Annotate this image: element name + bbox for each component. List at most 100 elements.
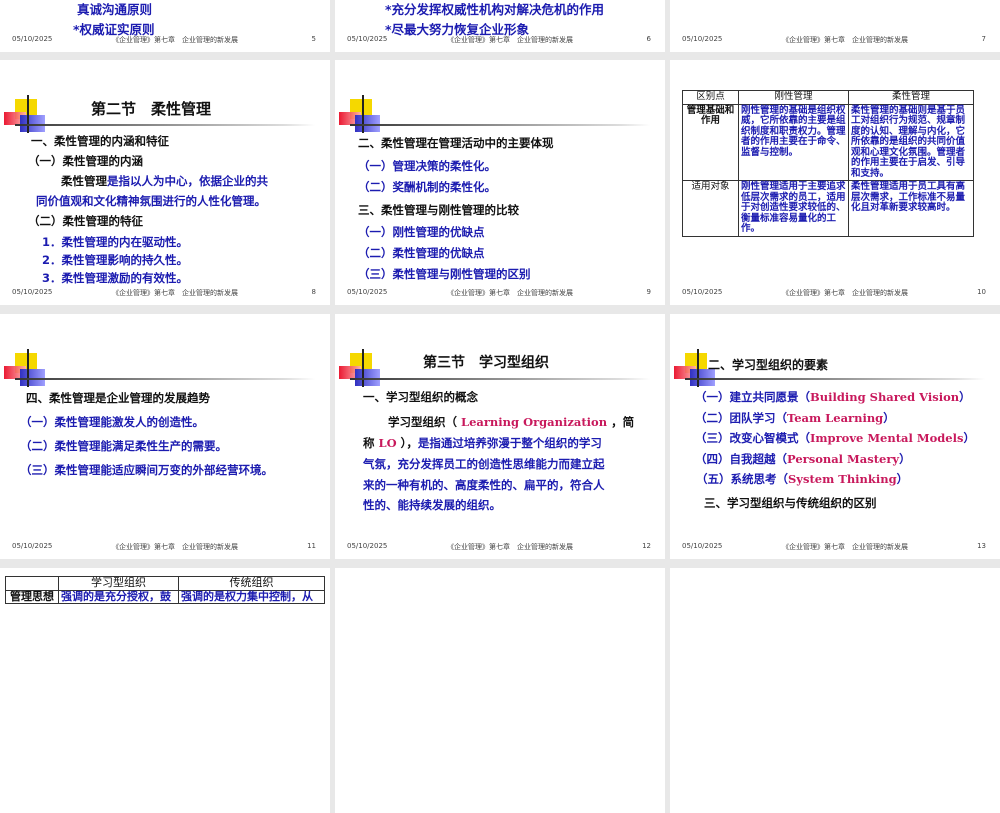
slide-footer: 《企业管理》第七章 企业管理的新发展 [782, 289, 908, 297]
abbreviation: LO [378, 436, 397, 450]
slide-text: 二、柔性管理在管理活动中的主要体现 [358, 136, 554, 150]
slide-text: （三）柔性管理与刚性管理的区别 [358, 267, 531, 281]
text: （五）系统思考（ [696, 472, 788, 486]
text: ）， [400, 436, 418, 450]
slide-thumbnail-5[interactable]: 真诚沟通原则 *权威证实原则 05/10/2025 《企业管理》第七章 企业管理… [0, 0, 330, 52]
slide-footer: 《企业管理》第七章 企业管理的新发展 [112, 289, 238, 297]
slide-number: 13 [977, 542, 986, 550]
slide-footer: 《企业管理》第七章 企业管理的新发展 [447, 289, 573, 297]
text: ） [883, 411, 895, 425]
table-cell: 管理思想 [5, 589, 59, 604]
slide-text: （二）柔性管理的特征 [28, 214, 143, 228]
text: ） [959, 390, 971, 404]
english-term: Personal Mastery [787, 452, 900, 466]
slide-text: （一）管理决策的柔性化。 [358, 159, 496, 173]
table-header: 刚性管理 [738, 90, 849, 105]
slide-number: 5 [311, 35, 316, 43]
table-cell: 强调的是权力集中控制，从 [178, 589, 325, 604]
slide-thumbnail-10[interactable]: 区别点 刚性管理 柔性管理 管理基础和作用 刚性管理的基础是组织权威，它所依靠的主要是… [670, 60, 1000, 305]
english-term: Learning Organization [461, 415, 608, 429]
slide-text: 一、柔性管理的内涵和特征 [31, 134, 169, 148]
list-item: （五）系统思考（System Thinking） [696, 471, 908, 487]
slide-text: 来的一种有机的、高度柔性的、扁平的，符合人 [363, 478, 605, 492]
slide-text: 四、柔性管理是企业管理的发展趋势 [26, 391, 210, 405]
slide-date: 05/10/2025 [12, 288, 53, 296]
slide-date: 05/10/2025 [12, 542, 53, 550]
slide-text: （三）柔性管理能适应瞬间万变的外部经营环境。 [20, 463, 273, 477]
slide-title: 第二节 柔性管理 [91, 100, 212, 118]
slide-date: 05/10/2025 [12, 35, 53, 43]
slide-text: 三、柔性管理与刚性管理的比较 [358, 203, 519, 217]
text: （二）团队学习（ [695, 411, 787, 425]
slide-text: （二）奖酬机制的柔性化。 [358, 180, 496, 194]
slide-thumbnail-13[interactable]: 二、学习型组织的要素 （一）建立共同愿景（Building Shared Vis… [670, 314, 1000, 559]
slide-thumbnail-9[interactable]: 二、柔性管理在管理活动中的主要体现 （一）管理决策的柔性化。 （二）奖酬机制的柔… [335, 60, 665, 305]
text: （一）建立共同愿景（ [695, 390, 810, 404]
table-row: 管理基础和作用 刚性管理的基础是组织权威，它所依靠的主要是组织制度和职责权力。管理… [682, 103, 974, 181]
slide-text: （一）柔性管理能激发人的创造性。 [20, 415, 204, 429]
list-item: （三）改变心智模式（Improve Mental Models） [695, 430, 975, 446]
slide-footer: 《企业管理》第七章 企业管理的新发展 [447, 36, 573, 44]
table-header [5, 576, 59, 591]
comparison-table: 区别点 刚性管理 柔性管理 管理基础和作用 刚性管理的基础是组织权威，它所依靠的主要是… [682, 90, 974, 237]
slide-text: 三、学习型组织与传统组织的区别 [704, 496, 877, 510]
slide-text: 气氛，充分发挥员工的创造性思维能力而建立起 [363, 457, 605, 471]
table-header: 学习型组织 [58, 576, 179, 591]
slide-title: 第三节 学习型组织 [423, 355, 549, 371]
list-item: （二）团队学习（Team Learning） [695, 410, 895, 426]
slide-text: 1．柔性管理的内在驱动性。 [42, 235, 189, 249]
text: ） [896, 472, 909, 486]
slide-thumbnail-6[interactable]: *充分发挥权威性机构对解决危机的作用 *尽最大努力恢复企业形象 05/10/20… [335, 0, 665, 52]
slide-thumbnail-15[interactable] [335, 568, 665, 813]
english-term: Improve Mental Models [810, 431, 964, 445]
slide-text: （一）刚性管理的优缺点 [358, 225, 485, 239]
slide-footer: 《企业管理》第七章 企业管理的新发展 [782, 543, 908, 551]
table-cell: 管理基础和作用 [682, 103, 739, 181]
slide-text: （一）柔性管理的内涵 [28, 154, 143, 168]
slide-number: 6 [646, 35, 651, 43]
slide-thumbnail-16[interactable] [670, 568, 1000, 813]
slide-thumbnail-11[interactable]: 四、柔性管理是企业管理的发展趋势 （一）柔性管理能激发人的创造性。 （二）柔性管… [0, 314, 330, 559]
term: 柔性管理 [61, 174, 107, 188]
definition: 是指以人为中心，依据企业的共 [107, 174, 268, 188]
slide-thumbnail-14[interactable]: 学习型组织 传统组织 管理思想 强调的是充分授权，鼓 强调的是权力集中控制，从 [0, 568, 330, 813]
text: 称 [363, 436, 375, 450]
slide-decoration-icon [335, 60, 665, 140]
slide-date: 05/10/2025 [347, 542, 388, 550]
text: ，简 [611, 415, 635, 429]
table-header: 区别点 [682, 90, 739, 105]
slide-thumbnail-12[interactable]: 第三节 学习型组织 一、学习型组织的概念 学习型组织（ Learning Org… [335, 314, 665, 559]
slide-footer: 《企业管理》第七章 企业管理的新发展 [447, 543, 573, 551]
slide-text: 柔性管理是指以人为中心，依据企业的共 [61, 173, 268, 189]
slide-text: 性的、能持续发展的组织。 [363, 498, 501, 512]
slide-footer: 《企业管理》第七章 企业管理的新发展 [782, 36, 908, 44]
text: ） [963, 431, 975, 445]
slide-date: 05/10/2025 [347, 35, 388, 43]
text: （三）改变心智模式（ [695, 431, 810, 445]
slide-date: 05/10/2025 [347, 288, 388, 296]
slide-text: 2．柔性管理影响的持久性。 [42, 253, 189, 267]
table-header: 传统组织 [178, 576, 325, 591]
slide-text: 3．柔性管理激励的有效性。 [42, 271, 189, 285]
slide-thumbnail-8[interactable]: 第二节 柔性管理 一、柔性管理的内涵和特征 （一）柔性管理的内涵 柔性管理是指以… [0, 60, 330, 305]
text: ） [899, 452, 911, 466]
slide-footer: 《企业管理》第七章 企业管理的新发展 [112, 543, 238, 551]
list-item: （一）建立共同愿景（Building Shared Vision） [695, 389, 971, 405]
slide-number: 8 [311, 288, 316, 296]
text: 学习型组织（ [388, 415, 457, 429]
slide-thumbnail-7[interactable]: 05/10/2025 《企业管理》第七章 企业管理的新发展 7 [670, 0, 1000, 52]
slide-text: 同价值观和文化精神氛围进行的人性化管理。 [36, 194, 266, 208]
table-cell: 适用对象 [682, 180, 739, 237]
definition: 是指通过培养弥漫于整个组织的学习 [417, 436, 602, 450]
table-cell: 柔性管理适用于员工具有高层次需求，工作标准不易量化且对革新要求较高时。 [848, 180, 974, 237]
table-row: 适用对象 刚性管理适用于主要追求低层次需求的员工，适用于对创造性要求较低的、衡量标… [682, 180, 974, 237]
english-term: Team Learning [787, 411, 884, 425]
slide-decoration-icon [0, 314, 330, 394]
slide-number: 9 [646, 288, 651, 296]
slide-text: 一、学习型组织的概念 [363, 390, 478, 404]
slide-number: 11 [307, 542, 316, 550]
slide-title: 二、学习型组织的要素 [708, 358, 829, 372]
slide-date: 05/10/2025 [682, 288, 723, 296]
slide-decoration-icon [670, 314, 1000, 394]
table-header: 柔性管理 [848, 90, 974, 105]
